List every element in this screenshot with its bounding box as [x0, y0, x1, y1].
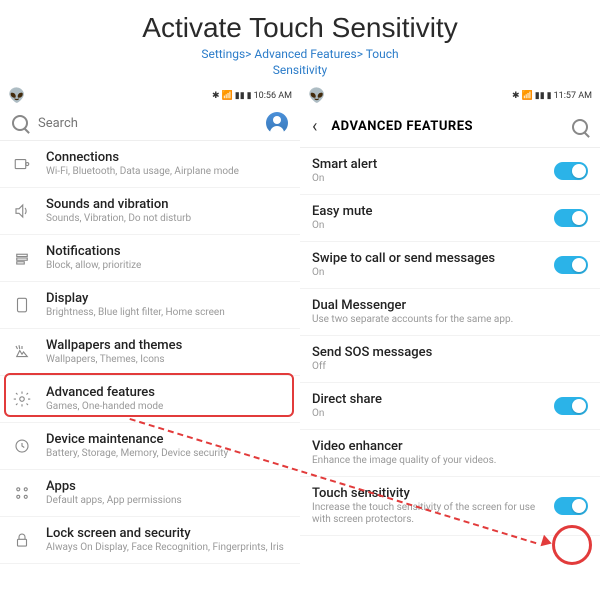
page-header: Activate Touch Sensitivity Settings> Adv…	[0, 0, 600, 86]
item-swipe-call[interactable]: Swipe to call or send messagesOn	[300, 242, 600, 289]
signal-icon: ▮▮	[535, 91, 545, 101]
search-bar[interactable]	[0, 106, 300, 141]
toggle-direct-share[interactable]	[554, 397, 588, 415]
phone-settings: 👽 ✱ 📶 ▮▮ ▮ 10:56 AM ConnectionsWi-Fi, Bl…	[0, 86, 300, 564]
apps-icon	[12, 483, 32, 503]
search-input[interactable]	[38, 116, 256, 131]
advanced-icon	[12, 389, 32, 409]
maintenance-icon	[12, 436, 32, 456]
item-apps[interactable]: AppsDefault apps, App permissions	[0, 470, 300, 517]
page-title: Activate Touch Sensitivity	[0, 12, 600, 44]
wallpaper-icon	[12, 342, 32, 362]
bluetooth-icon: ✱	[212, 91, 220, 101]
wifi-icon: 📶	[522, 91, 533, 101]
wifi-icon: 📶	[222, 91, 233, 101]
notification-icon	[12, 248, 32, 268]
reddit-icon: 👽	[308, 88, 325, 104]
battery-icon: ▮	[547, 91, 552, 101]
status-time: 10:56 AM	[254, 91, 292, 101]
item-notifications[interactable]: NotificationsBlock, allow, prioritize	[0, 235, 300, 282]
settings-list: ConnectionsWi-Fi, Bluetooth, Data usage,…	[0, 141, 300, 564]
toggle-swipe-call[interactable]	[554, 256, 588, 274]
item-advanced-features[interactable]: Advanced featuresGames, One-handed mode	[0, 376, 300, 423]
back-icon[interactable]: ‹	[312, 116, 317, 137]
lock-icon	[12, 530, 32, 550]
toggle-easy-mute[interactable]	[554, 209, 588, 227]
search-icon[interactable]	[572, 119, 588, 135]
toggle-smart-alert[interactable]	[554, 162, 588, 180]
reddit-icon: 👽	[8, 88, 25, 104]
status-bar: 👽 ✱ 📶 ▮▮ ▮ 10:56 AM	[0, 86, 300, 106]
item-device-maintenance[interactable]: Device maintenanceBattery, Storage, Memo…	[0, 423, 300, 470]
sound-icon	[12, 201, 32, 221]
advanced-title: ADVANCED FEATURES	[331, 119, 558, 134]
status-bar: 👽 ✱ 📶 ▮▮ ▮ 11:57 AM	[300, 86, 600, 106]
item-video-enhancer[interactable]: Video enhancerEnhance the image quality …	[300, 430, 600, 477]
item-send-sos[interactable]: Send SOS messagesOff	[300, 336, 600, 383]
display-icon	[12, 295, 32, 315]
item-wallpapers[interactable]: Wallpapers and themesWallpapers, Themes,…	[0, 329, 300, 376]
advanced-list: Smart alertOn Easy muteOn Swipe to call …	[300, 148, 600, 536]
item-connections[interactable]: ConnectionsWi-Fi, Bluetooth, Data usage,…	[0, 141, 300, 188]
item-sounds[interactable]: Sounds and vibrationSounds, Vibration, D…	[0, 188, 300, 235]
bluetooth-icon: ✱	[512, 91, 520, 101]
item-easy-mute[interactable]: Easy muteOn	[300, 195, 600, 242]
advanced-header: ‹ ADVANCED FEATURES	[300, 106, 600, 148]
breadcrumb: Settings> Advanced Features> Touch Sensi…	[0, 47, 600, 78]
avatar[interactable]	[266, 112, 288, 134]
search-icon	[12, 115, 28, 131]
connections-icon	[12, 154, 32, 174]
item-touch-sensitivity[interactable]: Touch sensitivityIncrease the touch sens…	[300, 477, 600, 536]
status-time: 11:57 AM	[554, 91, 592, 101]
toggle-touch-sensitivity[interactable]	[554, 497, 588, 515]
battery-icon: ▮	[247, 91, 252, 101]
signal-icon: ▮▮	[235, 91, 245, 101]
item-smart-alert[interactable]: Smart alertOn	[300, 148, 600, 195]
item-lock-screen[interactable]: Lock screen and securityAlways On Displa…	[0, 517, 300, 564]
item-display[interactable]: DisplayBrightness, Blue light filter, Ho…	[0, 282, 300, 329]
item-dual-messenger[interactable]: Dual MessengerUse two separate accounts …	[300, 289, 600, 336]
phone-advanced-features: 👽 ✱ 📶 ▮▮ ▮ 11:57 AM ‹ ADVANCED FEATURES …	[300, 86, 600, 564]
item-direct-share[interactable]: Direct shareOn	[300, 383, 600, 430]
